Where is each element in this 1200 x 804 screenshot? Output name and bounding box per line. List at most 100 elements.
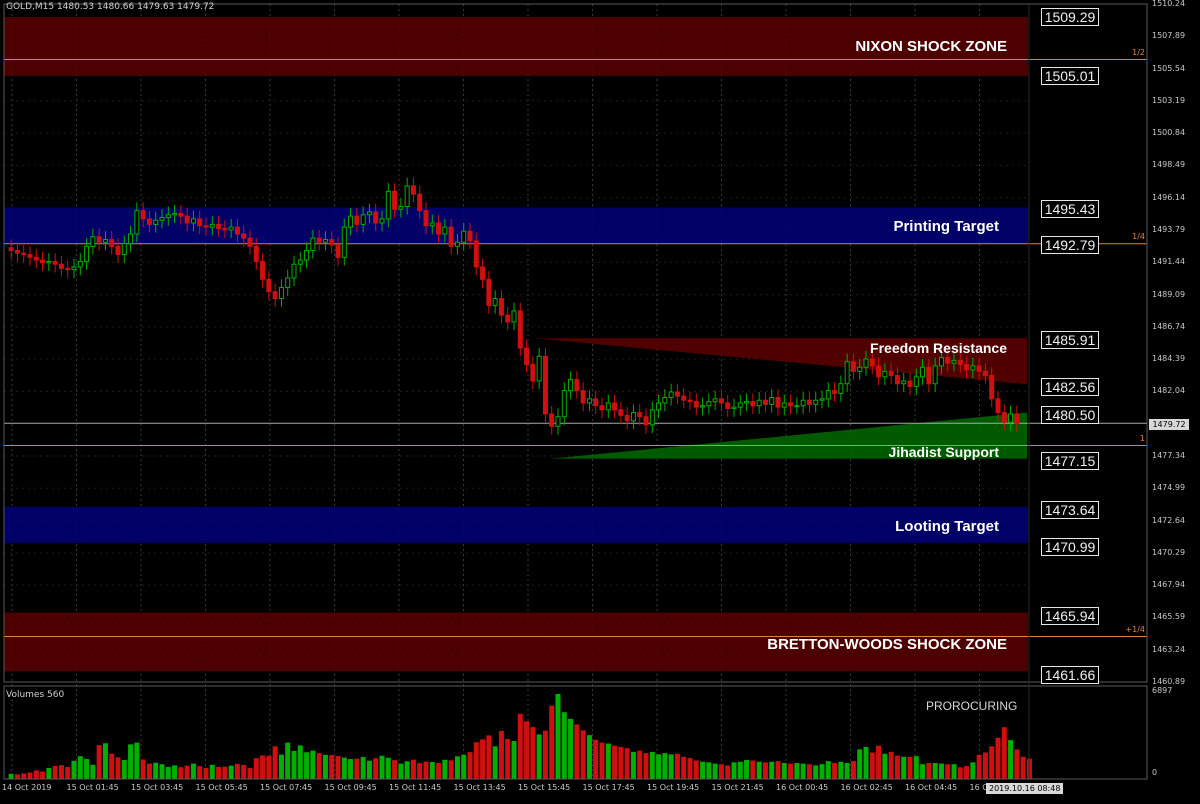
bear-candle bbox=[266, 278, 272, 293]
bull-candle bbox=[744, 401, 750, 404]
time-tick: 15 Oct 15:45 bbox=[518, 783, 571, 792]
bear-candle bbox=[253, 245, 259, 262]
volume-bar bbox=[781, 762, 787, 779]
volume-bar bbox=[574, 724, 580, 779]
bear-candle bbox=[517, 310, 523, 349]
volume-bar bbox=[65, 766, 71, 779]
volume-bar bbox=[1020, 756, 1026, 779]
price-tick: 1472.64 bbox=[1152, 515, 1186, 525]
volume-bar bbox=[888, 751, 894, 779]
volume-bar bbox=[146, 763, 152, 779]
bear-candle bbox=[335, 244, 341, 258]
volume-max-label: 6897 bbox=[1152, 686, 1173, 695]
volume-bar bbox=[593, 739, 599, 779]
volume-bar bbox=[184, 765, 190, 779]
price-chart[interactable] bbox=[0, 0, 1200, 800]
volume-bar bbox=[976, 754, 982, 779]
bull-candle bbox=[970, 365, 976, 371]
bull-candle bbox=[278, 287, 284, 300]
price-level-label[interactable]: 1473.64 bbox=[1041, 501, 1099, 519]
price-level-label[interactable]: 1482.56 bbox=[1041, 378, 1099, 396]
bull-candle bbox=[882, 370, 888, 378]
zone-label-printing[interactable]: Printing Target bbox=[893, 218, 999, 235]
volume-bar bbox=[869, 752, 875, 779]
bull-candle bbox=[71, 266, 77, 271]
bull-candle bbox=[932, 365, 938, 385]
bear-candle bbox=[423, 210, 429, 227]
zone-label-looting[interactable]: Looting Target bbox=[895, 518, 999, 535]
bull-candle bbox=[913, 376, 919, 387]
bear-candle bbox=[8, 247, 14, 251]
bear-candle bbox=[222, 227, 228, 231]
bear-candle bbox=[894, 374, 900, 385]
bull-candle bbox=[310, 237, 316, 251]
bear-candle bbox=[260, 260, 266, 280]
bull-candle bbox=[844, 361, 850, 385]
bull-candle bbox=[172, 212, 178, 216]
zone-band bbox=[4, 207, 1028, 244]
price-tick: 1470.29 bbox=[1152, 547, 1186, 557]
volume-bar bbox=[762, 762, 768, 779]
bull-candle bbox=[134, 210, 140, 235]
price-level-label[interactable]: 1477.15 bbox=[1041, 452, 1099, 470]
volume-bar bbox=[52, 766, 58, 779]
volume-bar bbox=[140, 759, 146, 779]
bull-candle bbox=[920, 366, 926, 378]
bear-candle bbox=[524, 347, 530, 366]
volume-bar bbox=[549, 705, 555, 779]
volume-bar bbox=[920, 764, 926, 779]
bear-candle bbox=[530, 364, 536, 382]
price-level-label[interactable]: 1461.66 bbox=[1041, 666, 1099, 684]
bear-candle bbox=[272, 291, 278, 300]
volume-bar bbox=[21, 773, 27, 779]
price-level-label[interactable]: 1509.29 bbox=[1041, 8, 1099, 26]
price-tick: 1489.09 bbox=[1152, 289, 1186, 299]
price-level-label[interactable]: 1480.50 bbox=[1041, 406, 1099, 424]
bull-candle bbox=[901, 380, 907, 385]
bear-candle bbox=[964, 364, 970, 371]
volume-bar bbox=[794, 762, 800, 779]
volume-bar bbox=[448, 760, 454, 779]
price-level-label[interactable]: 1495.43 bbox=[1041, 200, 1099, 218]
volume-bar bbox=[492, 746, 498, 779]
volume-bar bbox=[128, 744, 134, 779]
volume-bar bbox=[379, 755, 385, 779]
zone-label-nixon[interactable]: NIXON SHOCK ZONE bbox=[855, 38, 1007, 55]
bear-candle bbox=[995, 398, 1001, 414]
price-level-label[interactable]: 1465.94 bbox=[1041, 607, 1099, 625]
price-tick: 1496.14 bbox=[1152, 192, 1186, 202]
bear-candle bbox=[203, 225, 209, 228]
bear-candle bbox=[643, 416, 649, 426]
bear-candle bbox=[593, 398, 599, 407]
volume-min-label: 0 bbox=[1152, 768, 1158, 777]
zone-label-bretton-woods[interactable]: BRETTON-WOODS SHOCK ZONE bbox=[767, 636, 1007, 653]
bear-candle bbox=[982, 370, 988, 376]
bull-candle bbox=[209, 223, 215, 228]
bull-candle bbox=[794, 405, 800, 408]
volume-bar bbox=[115, 757, 121, 779]
price-level-label[interactable]: 1485.91 bbox=[1041, 331, 1099, 349]
bear-candle bbox=[448, 226, 454, 247]
price-level-label[interactable]: 1505.01 bbox=[1041, 67, 1099, 85]
volume-bar bbox=[926, 762, 932, 779]
bull-candle bbox=[404, 185, 410, 208]
bull-candle bbox=[800, 399, 806, 407]
bull-candle bbox=[568, 379, 574, 392]
bear-candle bbox=[888, 370, 894, 376]
volume-bar bbox=[197, 766, 203, 779]
price-tick: 1463.24 bbox=[1152, 644, 1186, 654]
zone-label-jihadist-support[interactable]: Jihadist Support bbox=[889, 444, 999, 460]
zone-label-freedom-resistance[interactable]: Freedom Resistance bbox=[870, 340, 1007, 356]
volume-bar bbox=[247, 768, 253, 779]
volume-bar bbox=[410, 759, 416, 779]
bull-candle bbox=[84, 245, 90, 262]
volume-bar bbox=[392, 760, 398, 779]
volume-bar bbox=[844, 762, 850, 779]
price-level-label[interactable]: 1492.79 bbox=[1041, 236, 1099, 254]
price-level-label[interactable]: 1470.99 bbox=[1041, 538, 1099, 556]
bear-candle bbox=[410, 185, 416, 195]
bull-candle bbox=[819, 398, 825, 401]
volume-bar bbox=[77, 756, 83, 779]
bull-candle bbox=[700, 405, 706, 408]
volume-bar bbox=[429, 761, 435, 779]
